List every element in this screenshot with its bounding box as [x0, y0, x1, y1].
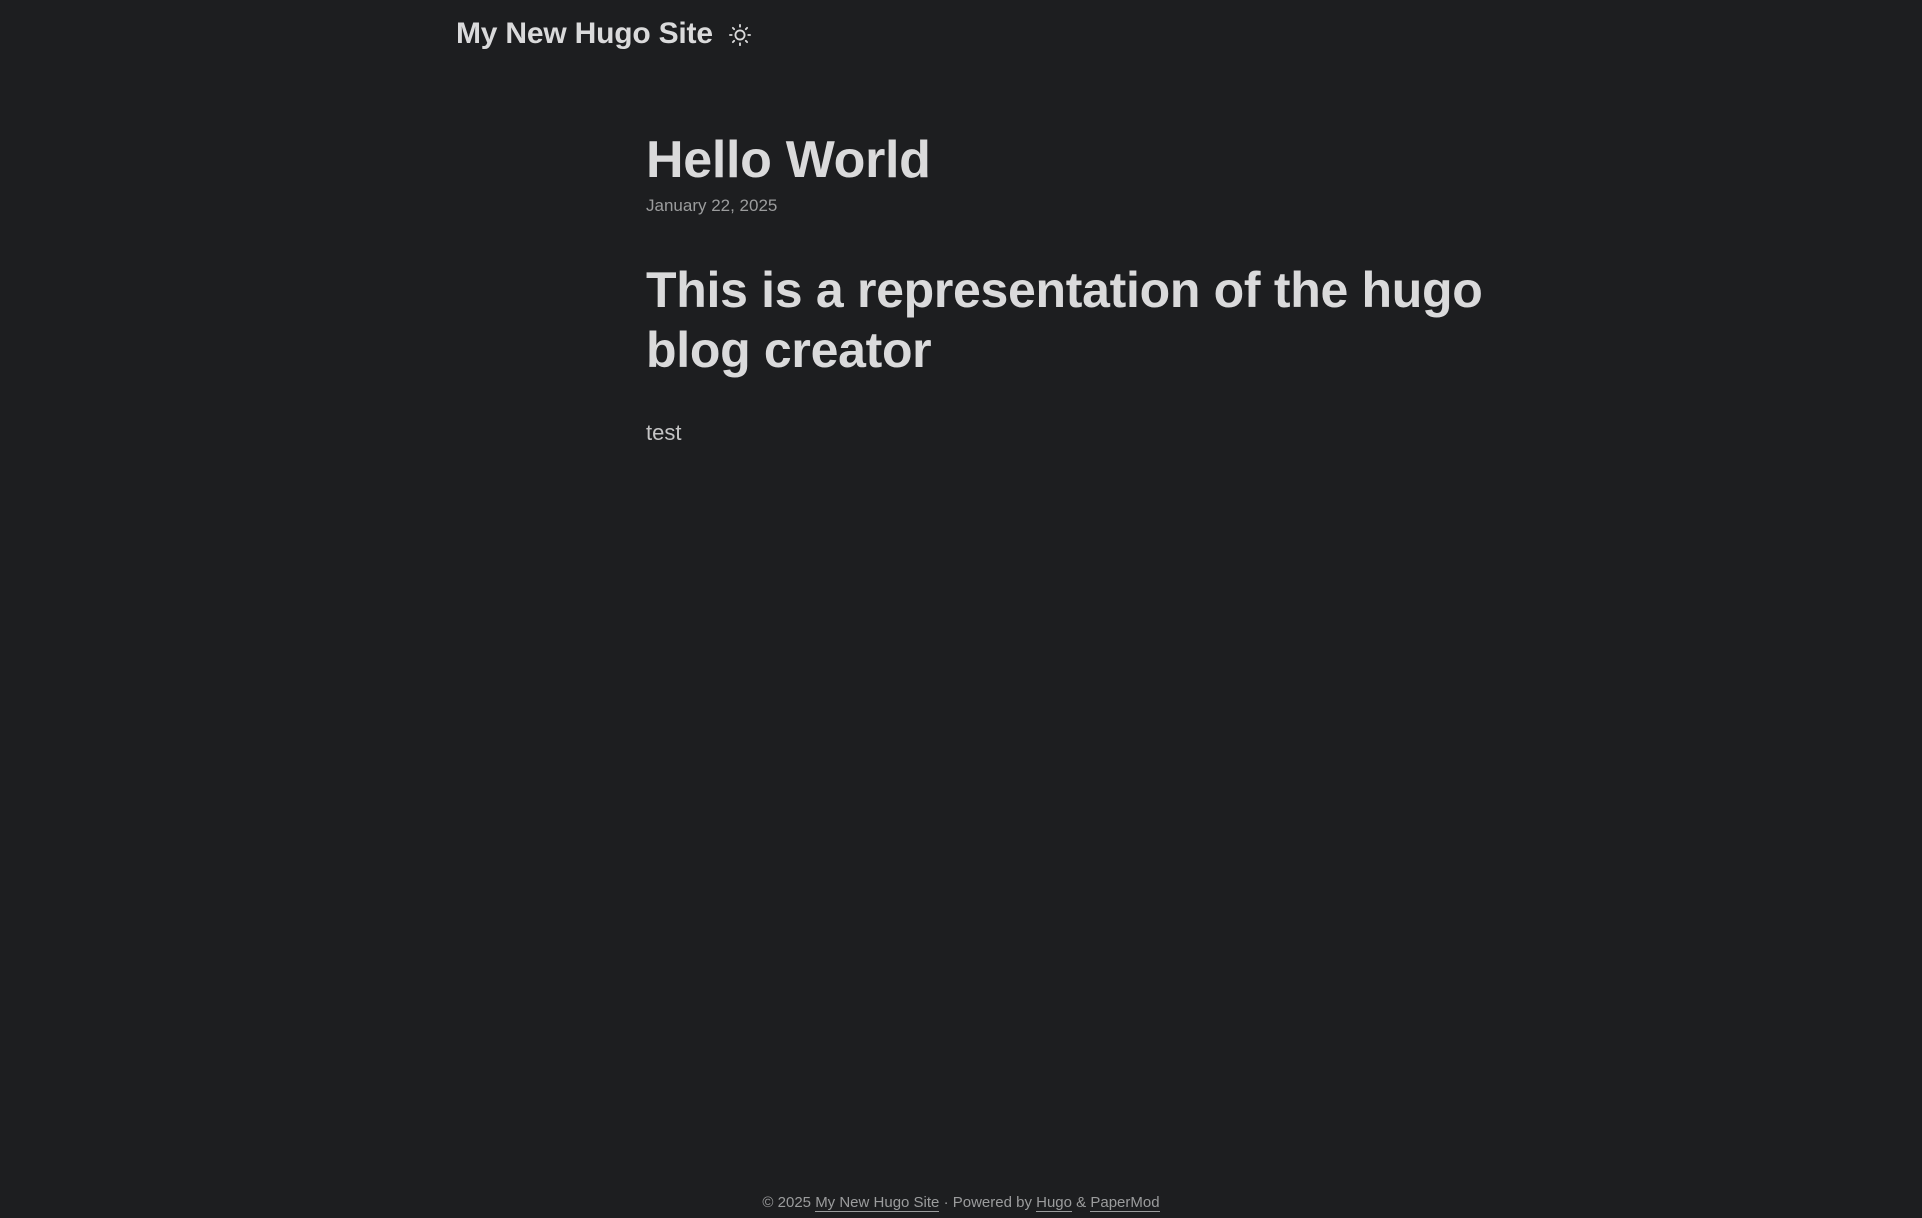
- content-heading: This is a representation of the hugo blo…: [646, 262, 1483, 378]
- post-date: January 22, 2025: [646, 196, 778, 215]
- page: My New Hugo Site Hello World January 22,…: [0, 0, 1922, 1218]
- sun-icon: [728, 24, 751, 46]
- footer-powered-by: · Powered by: [943, 1194, 1032, 1211]
- footer-ampersand: &: [1076, 1194, 1087, 1211]
- footer-copyright: © 2025: [762, 1194, 812, 1211]
- post-title: Hello World: [646, 131, 931, 189]
- site-header: My New Hugo Site: [456, 12, 753, 56]
- site-title-link[interactable]: My New Hugo Site: [456, 17, 713, 51]
- footer-site-link[interactable]: My New Hugo Site: [815, 1194, 940, 1212]
- theme-toggle-button[interactable]: [727, 22, 753, 48]
- post-content: This is a representation of the hugo blo…: [646, 260, 1506, 446]
- footer-hugo-link[interactable]: Hugo: [1036, 1194, 1072, 1212]
- footer-papermod-link[interactable]: PaperMod: [1090, 1194, 1160, 1212]
- post-article: Hello World January 22, 2025 This is a r…: [646, 128, 1506, 446]
- site-footer: © 2025 My New Hugo Site · Powered by Hug…: [0, 1194, 1922, 1212]
- content-paragraph: test: [646, 420, 682, 445]
